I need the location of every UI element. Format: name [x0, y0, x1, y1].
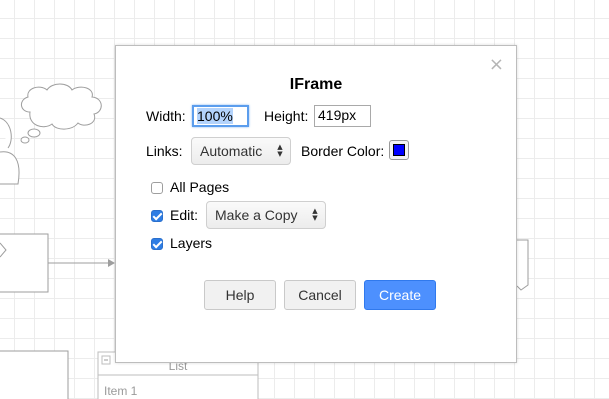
height-input[interactable]: 419px: [314, 105, 371, 127]
process-box: [0, 233, 49, 293]
border-color-label: Border Color:: [301, 143, 385, 159]
all-pages-label: All Pages: [170, 179, 230, 195]
links-label: Links:: [146, 143, 183, 159]
height-value: 419px: [318, 107, 357, 123]
width-label: Width:: [146, 108, 186, 124]
select-arrows-icon: ▲ ▼: [312, 207, 318, 222]
width-value: 100%: [197, 108, 233, 124]
height-label: Height:: [264, 108, 309, 124]
create-button[interactable]: Create: [364, 280, 436, 310]
edit-label: Edit:: [170, 207, 199, 223]
layers-checkbox[interactable]: [151, 238, 163, 250]
all-pages-checkbox[interactable]: [151, 182, 163, 194]
cloud-shape: [20, 83, 102, 144]
border-color-swatch: [393, 144, 405, 156]
links-select[interactable]: Automatic ▲ ▼: [191, 137, 291, 165]
list-item: Item 1: [104, 384, 138, 398]
help-button[interactable]: Help: [204, 280, 276, 310]
cancel-button[interactable]: Cancel: [284, 280, 356, 310]
edit-mode-select[interactable]: Make a Copy ▲ ▼: [206, 201, 326, 229]
links-selected-value: Automatic: [200, 143, 263, 159]
right-shape: [516, 239, 529, 291]
iframe-dialog: × IFrame Width: 100% Height: 419px Links…: [115, 45, 517, 363]
layers-label: Layers: [170, 235, 213, 251]
edit-selected-value: Make a Copy: [215, 207, 298, 223]
select-arrows-icon: ▲ ▼: [277, 143, 283, 158]
width-input[interactable]: 100%: [192, 105, 249, 127]
border-color-button[interactable]: [389, 140, 409, 160]
dialog-title: IFrame: [289, 76, 343, 93]
close-icon[interactable]: ×: [489, 55, 504, 75]
actor-shape: [0, 117, 20, 185]
edit-checkbox[interactable]: [151, 210, 163, 222]
